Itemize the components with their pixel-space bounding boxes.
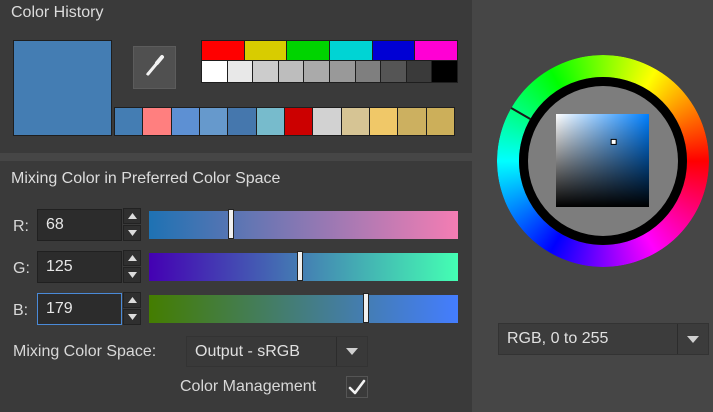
chevron-up-icon (127, 255, 137, 261)
palette-swatch[interactable] (415, 41, 458, 60)
palette-swatch[interactable] (330, 41, 373, 60)
color-management-label: Color Management (180, 378, 317, 395)
chevron-up-icon (127, 213, 137, 219)
recent-color-swatch[interactable] (199, 108, 229, 135)
channel-g-increment[interactable] (123, 250, 141, 266)
chevron-down-icon (336, 337, 367, 366)
mixing-title: Mixing Color in Preferred Color Space (11, 170, 281, 187)
palette-top-row (201, 40, 458, 61)
mixing-space-label: Mixing Color Space: (13, 343, 157, 360)
recent-color-swatch[interactable] (369, 108, 399, 135)
mixing-space-value: Output - sRGB (195, 342, 300, 360)
palette-bottom-row (201, 61, 458, 83)
current-color-swatch[interactable] (13, 40, 112, 136)
palette-swatch[interactable] (406, 61, 433, 82)
palette-swatch[interactable] (202, 61, 228, 82)
recent-colors-row (114, 107, 455, 136)
color-model-select[interactable]: RGB, 0 to 255 (498, 323, 709, 355)
recent-color-swatch[interactable] (228, 108, 257, 135)
color-wheel[interactable] (497, 55, 709, 267)
chevron-down-icon (127, 314, 137, 320)
palette-swatch[interactable] (244, 41, 288, 60)
channel-slider-b[interactable] (149, 293, 458, 323)
palette-swatch[interactable] (278, 61, 305, 82)
channel-slider-r-handle[interactable] (228, 209, 234, 239)
channel-slider-r[interactable] (149, 209, 458, 239)
chevron-up-icon (127, 297, 137, 303)
channel-label-g: G: (13, 260, 30, 277)
recent-color-swatch[interactable] (284, 108, 314, 135)
palette-swatch[interactable] (304, 61, 330, 82)
color-history-title: Color History (11, 4, 104, 21)
recent-color-swatch[interactable] (115, 108, 144, 135)
channel-input-b[interactable] (37, 293, 122, 325)
channel-slider-g[interactable] (149, 251, 458, 281)
palette-swatch[interactable] (355, 61, 382, 82)
palette-swatch[interactable] (329, 61, 356, 82)
sv-marker[interactable] (610, 138, 617, 145)
eyedropper-icon (144, 53, 166, 82)
palette-swatch[interactable] (432, 61, 457, 82)
color-model-value: RGB, 0 to 255 (507, 330, 609, 347)
palette-swatch[interactable] (202, 41, 245, 60)
checkmark-icon (348, 379, 366, 395)
recent-color-swatch[interactable] (256, 108, 285, 135)
channel-r-decrement[interactable] (123, 225, 141, 241)
chevron-down-icon (127, 272, 137, 278)
channel-b-decrement[interactable] (123, 309, 141, 325)
chevron-down-icon (677, 324, 708, 354)
channel-slider-b-handle[interactable] (363, 293, 369, 323)
palette-swatch[interactable] (381, 61, 407, 82)
channel-label-b: B: (13, 302, 29, 319)
palette-swatch[interactable] (372, 41, 416, 60)
recent-color-swatch[interactable] (171, 108, 200, 135)
color-management-checkbox[interactable] (346, 376, 368, 398)
channel-input-g[interactable] (37, 251, 122, 283)
mixing-panel (0, 161, 472, 412)
recent-color-swatch[interactable] (143, 108, 172, 135)
channel-r-increment[interactable] (123, 208, 141, 224)
channel-input-r[interactable] (37, 209, 122, 241)
eyedropper-button[interactable] (133, 46, 176, 89)
palette-swatch[interactable] (287, 41, 331, 60)
channel-g-decrement[interactable] (123, 267, 141, 283)
channel-b-increment[interactable] (123, 292, 141, 308)
recent-color-swatch[interactable] (341, 108, 370, 135)
recent-color-swatch[interactable] (426, 108, 454, 135)
recent-color-swatch[interactable] (398, 108, 427, 135)
chevron-down-icon (127, 230, 137, 236)
channel-slider-g-handle[interactable] (297, 251, 303, 281)
channel-label-r: R: (13, 218, 29, 235)
recent-color-swatch[interactable] (313, 108, 342, 135)
mixing-space-select[interactable]: Output - sRGB (186, 336, 368, 367)
palette-swatch[interactable] (227, 61, 254, 82)
palette-swatch[interactable] (253, 61, 279, 82)
